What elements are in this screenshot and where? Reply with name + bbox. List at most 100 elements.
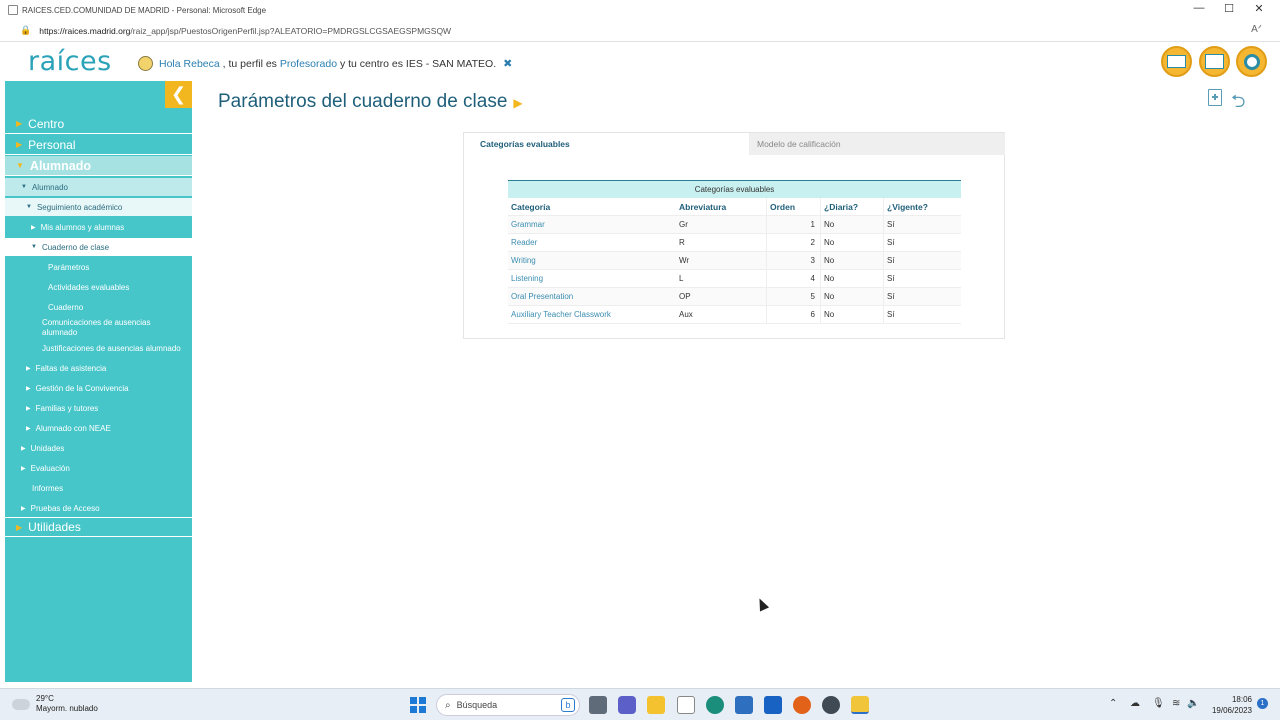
sidebar-subitem-evaluacion[interactable]: ▶ Evaluación xyxy=(5,459,192,477)
sidebar-subitem-comunicaciones[interactable]: Comunicaciones de ausencias alumnado xyxy=(5,317,155,339)
chat-icon[interactable] xyxy=(618,696,636,714)
printer-icon xyxy=(1205,54,1224,69)
back-arrow-icon[interactable]: ⮌ xyxy=(1231,89,1245,119)
cell-diaria: No xyxy=(821,306,884,323)
cloud-icon xyxy=(12,698,30,710)
edge-icon[interactable] xyxy=(706,696,724,714)
sidebar-item-utilidades[interactable]: ▶ Utilidades xyxy=(5,517,192,537)
column-header[interactable]: Categoría xyxy=(508,202,676,212)
sidebar-item-label: Cuaderno xyxy=(48,302,84,312)
mail-button[interactable] xyxy=(1161,46,1192,77)
sidebar-subitem-faltas[interactable]: ▶ Faltas de asistencia xyxy=(5,359,192,377)
notification-badge[interactable]: 1 xyxy=(1257,698,1268,709)
cell-categoria[interactable]: Auxiliary Teacher Classwork xyxy=(508,310,676,319)
table-row[interactable]: Auxiliary Teacher Classwork Aux 6 No Sí xyxy=(508,306,961,324)
sidebar-subitem-familias[interactable]: ▶ Familias y tutores xyxy=(5,399,192,417)
chevron-up-icon[interactable]: ⌃ xyxy=(1109,698,1117,709)
printer-button[interactable] xyxy=(1199,46,1230,77)
sidebar-item-label: Comunicaciones de ausencias alumnado xyxy=(42,318,151,337)
store-icon[interactable] xyxy=(677,696,695,714)
column-header[interactable]: Orden xyxy=(767,198,821,215)
sidebar-item-alumnado[interactable]: ▼ Alumnado xyxy=(5,156,192,176)
tab-modelo-calificacion[interactable]: Modelo de calificación xyxy=(749,133,1005,155)
settings-button[interactable] xyxy=(1236,46,1267,77)
cell-categoria[interactable]: Oral Presentation xyxy=(508,292,676,301)
user-icon xyxy=(138,56,153,71)
sidebar-subitem-cuaderno-clase[interactable]: ▼ Cuaderno de clase xyxy=(5,238,192,256)
sidebar-item-label: Pruebas de Acceso xyxy=(30,503,100,513)
triangle-right-icon: ▶ xyxy=(26,385,31,392)
greeting-suffix: y tu centro es IES - SAN MATEO. xyxy=(337,57,497,70)
sidebar-subitem-parametros[interactable]: Parámetros xyxy=(5,258,192,276)
triangle-down-icon: ▼ xyxy=(31,244,37,250)
new-document-icon[interactable] xyxy=(1208,89,1222,106)
maximize-button[interactable]: ☐ xyxy=(1214,2,1244,15)
read-aloud-icon[interactable]: Aᐟ xyxy=(1251,24,1262,35)
bing-icon[interactable]: b xyxy=(561,698,575,712)
sidebar-subitem-neae[interactable]: ▶ Alumnado con NEAE xyxy=(5,419,192,437)
sidebar-subitem-seguimiento[interactable]: ▼ Seguimiento académico xyxy=(5,198,192,216)
user-name-link[interactable]: Rebeca xyxy=(184,58,220,70)
taskbar-search[interactable]: ⌕ Búsqueda b xyxy=(436,694,580,716)
sidebar-subitem-mis-alumnos[interactable]: ▶ Mis alumnos y alumnas xyxy=(5,218,192,236)
cell-vigente: Sí xyxy=(887,256,895,265)
greeting-prefix: Hola xyxy=(159,57,184,70)
dropbox-icon[interactable] xyxy=(764,696,782,714)
collapse-sidebar-button[interactable]: ❮ xyxy=(165,81,192,108)
sidebar-subitem-cuaderno[interactable]: Cuaderno xyxy=(5,298,192,316)
cell-categoria[interactable]: Writing xyxy=(508,256,676,265)
start-icon[interactable] xyxy=(410,697,426,713)
cell-abreviatura: Gr xyxy=(676,216,767,233)
sidebar-item-label: Centro xyxy=(28,116,65,131)
cell-categoria[interactable]: Grammar xyxy=(508,220,676,229)
sidebar-item-centro[interactable]: ▶ Centro xyxy=(5,114,192,134)
column-header[interactable]: Abreviatura xyxy=(676,198,767,215)
table-row[interactable]: Grammar Gr 1 No Sí xyxy=(508,216,961,234)
sidebar-item-label: Justificaciones de ausencias alumnado xyxy=(42,343,181,353)
sidebar-item-label: Alumnado xyxy=(31,182,68,192)
sidebar-item-personal[interactable]: ▶ Personal xyxy=(5,135,192,155)
raices-logo[interactable]: raíces xyxy=(28,46,112,77)
table-row[interactable]: Reader R 2 No Sí xyxy=(508,234,961,252)
task-view-icon[interactable] xyxy=(589,696,607,714)
profile-link[interactable]: Profesorado xyxy=(280,58,337,70)
sidebar-subitem-actividades[interactable]: Actividades evaluables xyxy=(5,278,192,296)
address-bar[interactable]: 🔒 https://raices.madrid.org /raiz_app/js… xyxy=(0,20,1280,42)
minimize-button[interactable]: — xyxy=(1184,2,1214,14)
wifi-icon[interactable]: ≋ xyxy=(1172,698,1180,709)
close-window-button[interactable]: ✕ xyxy=(1244,2,1274,15)
table-row[interactable]: Oral Presentation OP 5 No Sí xyxy=(508,288,961,306)
sidebar-subitem-alumnado[interactable]: ▼ Alumnado xyxy=(5,178,192,196)
cell-categoria[interactable]: Reader xyxy=(508,238,676,247)
file-explorer-icon[interactable] xyxy=(647,696,665,714)
firefox-icon[interactable] xyxy=(793,696,811,714)
greeting: Hola Rebeca , tu perfil es Profesorado y… xyxy=(138,56,512,71)
sidebar-subitem-convivencia[interactable]: ▶ Gestión de la Convivencia xyxy=(5,379,192,397)
onedrive-icon[interactable]: ☁ xyxy=(1130,698,1140,709)
cell-categoria[interactable]: Listening xyxy=(508,274,676,283)
sidebar-subitem-justificaciones[interactable]: Justificaciones de ausencias alumnado xyxy=(5,339,192,357)
change-profile-icon[interactable]: ✖ xyxy=(503,57,512,70)
chrome-icon[interactable] xyxy=(822,696,840,714)
triangle-right-icon: ▶ xyxy=(21,445,26,452)
volume-icon[interactable]: 🔈 xyxy=(1187,698,1199,709)
microphone-icon[interactable]: 🎙 xyxy=(1152,698,1165,709)
triangle-right-icon: ▶ xyxy=(16,522,23,532)
sidebar-subitem-pruebas[interactable]: ▶ Pruebas de Acceso xyxy=(5,499,192,517)
table-row[interactable]: Writing Wr 3 No Sí xyxy=(508,252,961,270)
column-header[interactable]: ¿Vigente? xyxy=(884,202,961,212)
tab-categorias[interactable]: Categorías evaluables xyxy=(464,133,749,155)
mail-icon[interactable] xyxy=(735,696,753,714)
clock[interactable]: 18:06 19/06/2023 xyxy=(1208,694,1252,716)
weather-widget[interactable]: 29°C Mayorm. nublado xyxy=(12,694,98,714)
column-header[interactable]: ¿Diaria? xyxy=(821,198,884,215)
cell-vigente: Sí xyxy=(887,274,895,283)
sidebar-item-label: Personal xyxy=(28,137,76,152)
triangle-right-icon: ▶ xyxy=(31,224,36,231)
notes-icon[interactable] xyxy=(851,696,869,714)
table-row[interactable]: Listening L 4 No Sí xyxy=(508,270,961,288)
cell-diaria: No xyxy=(821,288,884,305)
sidebar-subitem-informes[interactable]: Informes xyxy=(5,479,192,497)
cell-diaria: No xyxy=(821,234,884,251)
sidebar-subitem-unidades[interactable]: ▶ Unidades xyxy=(5,439,192,457)
